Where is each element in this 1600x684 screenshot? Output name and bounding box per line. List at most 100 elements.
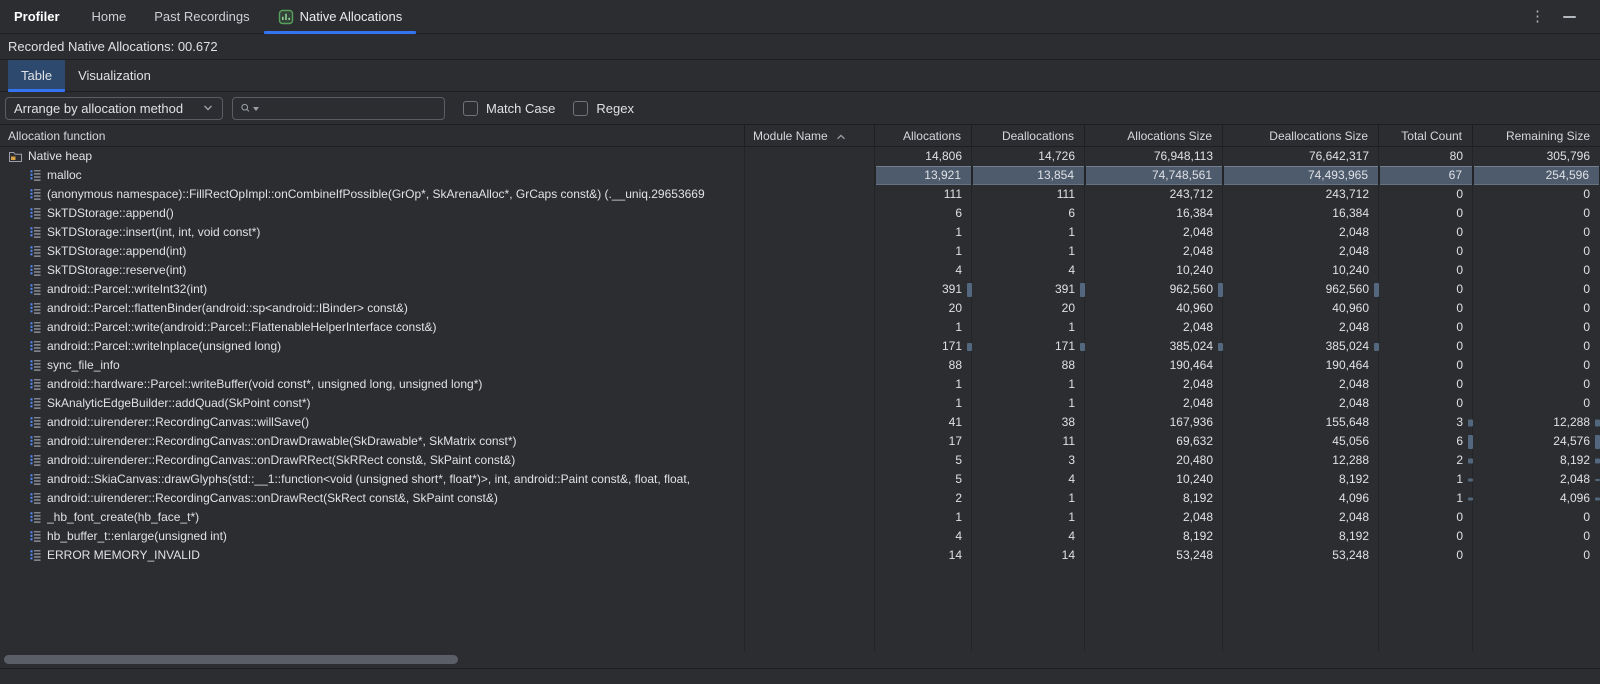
- deallocations-size-cell[interactable]: 8,192: [1223, 527, 1379, 546]
- allocations-cell[interactable]: 171: [875, 337, 972, 356]
- deallocations-cell[interactable]: 88: [972, 356, 1085, 375]
- table-row[interactable]: android::Parcel::writeInplace(unsigned l…: [0, 337, 1600, 356]
- column-header-deallocations-size[interactable]: Deallocations Size: [1223, 125, 1379, 146]
- remaining-size-cell[interactable]: 4,096: [1473, 489, 1600, 508]
- allocation-function-cell[interactable]: SkTDStorage::insert(int, int, void const…: [0, 223, 745, 242]
- total-count-cell[interactable]: 0: [1379, 394, 1473, 413]
- deallocations-size-cell[interactable]: 12,288: [1223, 451, 1379, 470]
- module-name-cell[interactable]: [745, 508, 875, 527]
- deallocations-size-cell[interactable]: 8,192: [1223, 470, 1379, 489]
- deallocations-cell[interactable]: 20: [972, 299, 1085, 318]
- deallocations-size-cell[interactable]: 2,048: [1223, 318, 1379, 337]
- deallocations-cell[interactable]: 171: [972, 337, 1085, 356]
- allocations-cell[interactable]: 4: [875, 527, 972, 546]
- allocations-size-cell[interactable]: 190,464: [1085, 356, 1223, 375]
- search-box[interactable]: [232, 97, 445, 120]
- allocation-function-cell[interactable]: SkTDStorage::append(int): [0, 242, 745, 261]
- allocations-size-cell[interactable]: 2,048: [1085, 375, 1223, 394]
- allocations-cell[interactable]: 88: [875, 356, 972, 375]
- regex-checkbox[interactable]: [573, 101, 588, 116]
- allocation-function-cell[interactable]: android::hardware::Parcel::writeBuffer(v…: [0, 375, 745, 394]
- module-name-cell[interactable]: [745, 375, 875, 394]
- module-name-cell[interactable]: [745, 489, 875, 508]
- total-count-cell[interactable]: 0: [1379, 375, 1473, 394]
- allocation-function-cell[interactable]: _hb_font_create(hb_face_t*): [0, 508, 745, 527]
- column-header-allocations-size[interactable]: Allocations Size: [1085, 125, 1223, 146]
- deallocations-size-cell[interactable]: 2,048: [1223, 242, 1379, 261]
- deallocations-cell[interactable]: 1: [972, 242, 1085, 261]
- deallocations-size-cell[interactable]: 16,384: [1223, 204, 1379, 223]
- allocation-function-cell[interactable]: android::uirenderer::RecordingCanvas::on…: [0, 432, 745, 451]
- allocations-size-cell[interactable]: 385,024: [1085, 337, 1223, 356]
- remaining-size-cell[interactable]: 0: [1473, 356, 1600, 375]
- allocations-size-cell[interactable]: 40,960: [1085, 299, 1223, 318]
- table-row[interactable]: sync_file_info8888190,464190,46400: [0, 356, 1600, 375]
- deallocations-size-cell[interactable]: 385,024: [1223, 337, 1379, 356]
- module-name-cell[interactable]: [745, 337, 875, 356]
- module-name-cell[interactable]: [745, 451, 875, 470]
- allocations-cell[interactable]: 14,806: [875, 147, 972, 166]
- deallocations-cell[interactable]: 14,726: [972, 147, 1085, 166]
- total-count-cell[interactable]: 67: [1379, 166, 1473, 185]
- total-count-cell[interactable]: 0: [1379, 261, 1473, 280]
- allocations-size-cell[interactable]: 2,048: [1085, 508, 1223, 527]
- remaining-size-cell[interactable]: 0: [1473, 508, 1600, 527]
- deallocations-size-cell[interactable]: 2,048: [1223, 508, 1379, 527]
- table-row[interactable]: android::Parcel::write(android::Parcel::…: [0, 318, 1600, 337]
- remaining-size-cell[interactable]: 24,576: [1473, 432, 1600, 451]
- allocations-size-cell[interactable]: 69,632: [1085, 432, 1223, 451]
- deallocations-size-cell[interactable]: 4,096: [1223, 489, 1379, 508]
- deallocations-size-cell[interactable]: 2,048: [1223, 394, 1379, 413]
- nav-tab-native-allocations[interactable]: Native Allocations: [264, 0, 417, 33]
- allocation-function-cell[interactable]: SkTDStorage::append(): [0, 204, 745, 223]
- remaining-size-cell[interactable]: 0: [1473, 318, 1600, 337]
- total-count-cell[interactable]: 3: [1379, 413, 1473, 432]
- module-name-cell[interactable]: [745, 546, 875, 565]
- allocations-cell[interactable]: 1: [875, 508, 972, 527]
- module-name-cell[interactable]: [745, 223, 875, 242]
- allocations-size-cell[interactable]: 2,048: [1085, 223, 1223, 242]
- deallocations-cell[interactable]: 11: [972, 432, 1085, 451]
- table-row[interactable]: hb_buffer_t::enlarge(unsigned int)448,19…: [0, 527, 1600, 546]
- table-row[interactable]: android::Parcel::flattenBinder(android::…: [0, 299, 1600, 318]
- deallocations-cell[interactable]: 4: [972, 470, 1085, 489]
- search-input[interactable]: [261, 101, 437, 116]
- total-count-cell[interactable]: 0: [1379, 280, 1473, 299]
- deallocations-cell[interactable]: 1: [972, 375, 1085, 394]
- allocations-cell[interactable]: 2: [875, 489, 972, 508]
- allocations-size-cell[interactable]: 167,936: [1085, 413, 1223, 432]
- total-count-cell[interactable]: 0: [1379, 356, 1473, 375]
- tab-visualization[interactable]: Visualization: [65, 60, 164, 91]
- match-case-checkbox[interactable]: [463, 101, 478, 116]
- horizontal-scrollbar-thumb[interactable]: [4, 655, 458, 664]
- allocations-cell[interactable]: 14: [875, 546, 972, 565]
- deallocations-size-cell[interactable]: 74,493,965: [1223, 166, 1379, 185]
- table-row[interactable]: android::uirenderer::RecordingCanvas::on…: [0, 489, 1600, 508]
- allocations-size-cell[interactable]: 74,748,561: [1085, 166, 1223, 185]
- allocation-function-cell[interactable]: android::uirenderer::RecordingCanvas::on…: [0, 451, 745, 470]
- deallocations-cell[interactable]: 4: [972, 261, 1085, 280]
- allocations-cell[interactable]: 1: [875, 394, 972, 413]
- allocations-cell[interactable]: 17: [875, 432, 972, 451]
- nav-tab-past-recordings[interactable]: Past Recordings: [140, 0, 263, 33]
- allocation-function-cell[interactable]: android::uirenderer::RecordingCanvas::on…: [0, 489, 745, 508]
- allocations-cell[interactable]: 20: [875, 299, 972, 318]
- module-name-cell[interactable]: [745, 394, 875, 413]
- remaining-size-cell[interactable]: 0: [1473, 299, 1600, 318]
- horizontal-scrollbar[interactable]: [0, 652, 1600, 668]
- total-count-cell[interactable]: 1: [1379, 470, 1473, 489]
- table-row[interactable]: SkTDStorage::reserve(int)4410,24010,2400…: [0, 261, 1600, 280]
- deallocations-cell[interactable]: 1: [972, 508, 1085, 527]
- table-row[interactable]: _hb_font_create(hb_face_t*)112,0482,0480…: [0, 508, 1600, 527]
- allocation-function-cell[interactable]: Native heap: [0, 147, 745, 166]
- deallocations-size-cell[interactable]: 155,648: [1223, 413, 1379, 432]
- remaining-size-cell[interactable]: 254,596: [1473, 166, 1600, 185]
- remaining-size-cell[interactable]: 0: [1473, 337, 1600, 356]
- total-count-cell[interactable]: 0: [1379, 299, 1473, 318]
- deallocations-cell[interactable]: 1: [972, 394, 1085, 413]
- allocation-function-cell[interactable]: SkTDStorage::reserve(int): [0, 261, 745, 280]
- remaining-size-cell[interactable]: 0: [1473, 242, 1600, 261]
- allocations-cell[interactable]: 13,921: [875, 166, 972, 185]
- module-name-cell[interactable]: [745, 280, 875, 299]
- remaining-size-cell[interactable]: 0: [1473, 375, 1600, 394]
